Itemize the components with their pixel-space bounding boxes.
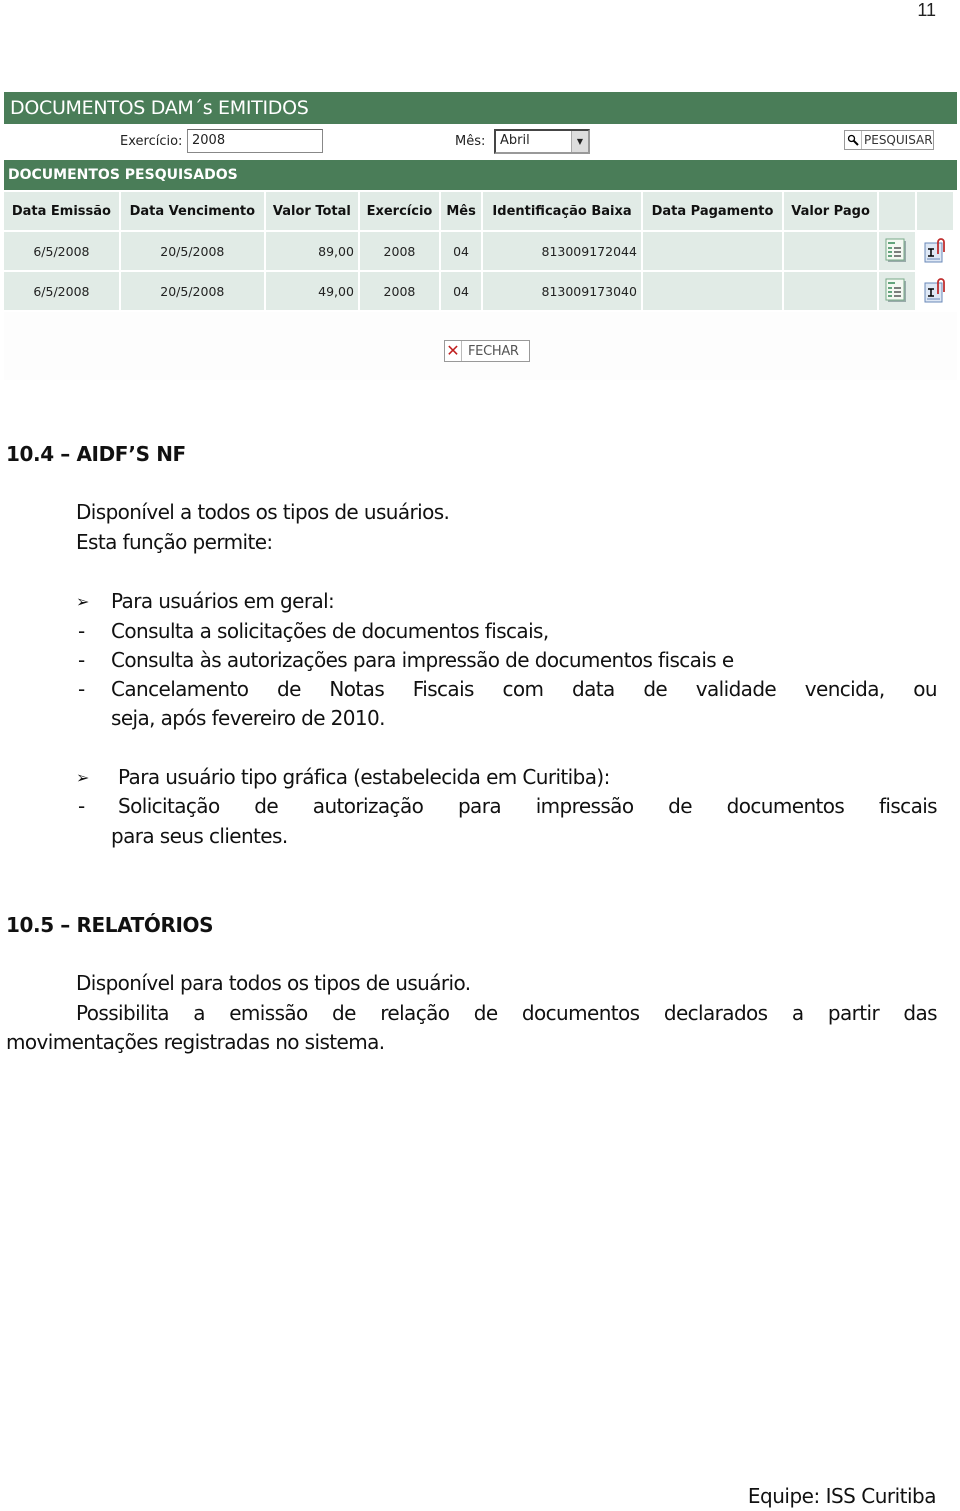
- list-item-continuation: seja, após fevereiro de 2010.: [111, 706, 386, 730]
- search-form: Exercício: 2008 Mês: Abril ▼ PESQUISAR: [4, 124, 957, 160]
- paragraph: Possibilita a emissão de relação de docu…: [76, 1001, 938, 1025]
- list-item: Consulta a solicitações de documentos fi…: [111, 619, 549, 643]
- cell-exercicio: 2008: [359, 232, 439, 270]
- cell-data-emissao: 6/5/2008: [4, 232, 119, 270]
- results-title: DOCUMENTOS PESQUISADOS: [4, 160, 957, 190]
- list-item: Solicitação de autorização para impressã…: [118, 794, 938, 818]
- header-action-2: [917, 192, 953, 230]
- search-icon: [845, 131, 862, 149]
- section-heading-10-4: 10.4 – AIDF’S NF: [6, 442, 186, 466]
- documents-table: Data Emissão Data Vencimento Valor Total…: [2, 190, 955, 312]
- table-row: 6/5/2008 20/5/2008 49,00 2008 04 8130091…: [4, 272, 953, 310]
- header-exercicio: Exercício: [359, 192, 439, 230]
- dash-bullet: -: [78, 648, 86, 672]
- paragraph: Esta função permite:: [76, 530, 273, 554]
- list-item-continuation: para seus clientes.: [111, 824, 288, 848]
- mes-select[interactable]: Abril ▼: [494, 129, 590, 154]
- view-details-icon: [885, 278, 906, 302]
- cell-identificacao-baixa: 813009172044: [483, 232, 641, 270]
- dash-bullet: -: [78, 677, 86, 701]
- dam-documents-window: DOCUMENTOS DAM´s EMITIDOS Exercício: 200…: [2, 92, 957, 386]
- header-valor-pago: Valor Pago: [784, 192, 877, 230]
- window-footer: ✕ FECHAR: [4, 312, 957, 380]
- print-attach-icon: [924, 278, 945, 303]
- exercicio-input[interactable]: 2008: [187, 129, 323, 153]
- paragraph: Disponível para todos os tipos de usuári…: [76, 971, 471, 995]
- print-attach-icon: [924, 238, 945, 263]
- list-group-title: Para usuário tipo gráfica (estabelecida …: [118, 765, 610, 789]
- print-attach-button[interactable]: [917, 232, 953, 270]
- header-data-emissao: Data Emissão: [4, 192, 119, 230]
- header-identificacao-baixa: Identificação Baixa: [483, 192, 641, 230]
- dash-bullet: -: [78, 619, 86, 643]
- search-button-label: PESQUISAR: [864, 133, 933, 147]
- print-attach-button[interactable]: [917, 272, 953, 310]
- header-data-vencimento: Data Vencimento: [120, 192, 264, 230]
- cell-data-pagamento: [642, 272, 783, 310]
- header-data-pagamento: Data Pagamento: [642, 192, 783, 230]
- list-item: Cancelamento de Notas Fiscais com data d…: [111, 677, 938, 701]
- page-footer: Equipe: ISS Curitiba: [747, 1484, 937, 1508]
- paragraph-continuation: movimentações registradas no sistema.: [6, 1030, 385, 1054]
- page-number: 11: [917, 0, 936, 20]
- cell-data-vencimento: 20/5/2008: [120, 232, 264, 270]
- mes-label: Mês:: [455, 134, 486, 149]
- cell-mes: 04: [440, 232, 482, 270]
- header-mes: Mês: [440, 192, 482, 230]
- cell-data-pagamento: [642, 232, 783, 270]
- cell-valor-total: 49,00: [265, 272, 358, 310]
- view-details-icon: [885, 238, 906, 262]
- close-icon: ✕: [445, 341, 462, 361]
- section-heading-10-5: 10.5 – RELATÓRIOS: [6, 913, 214, 937]
- exercicio-label: Exercício:: [120, 134, 183, 149]
- cell-data-vencimento: 20/5/2008: [120, 272, 264, 310]
- view-details-button[interactable]: [879, 232, 915, 270]
- cell-valor-pago: [784, 232, 877, 270]
- cell-identificacao-baixa: 813009173040: [483, 272, 641, 310]
- cell-valor-total: 89,00: [265, 232, 358, 270]
- dash-bullet: -: [78, 794, 86, 818]
- list-group-title: Para usuários em geral:: [111, 589, 335, 613]
- table-row: 6/5/2008 20/5/2008 89,00 2008 04 8130091…: [4, 232, 953, 270]
- arrow-bullet-icon: ➢: [76, 768, 90, 787]
- cell-data-emissao: 6/5/2008: [4, 272, 119, 310]
- cell-mes: 04: [440, 272, 482, 310]
- arrow-bullet-icon: ➢: [76, 592, 90, 611]
- cell-valor-pago: [784, 272, 877, 310]
- chevron-down-icon[interactable]: ▼: [571, 131, 588, 152]
- paragraph: Disponível a todos os tipos de usuários.: [76, 500, 450, 524]
- search-button[interactable]: PESQUISAR: [844, 130, 934, 150]
- close-button[interactable]: ✕ FECHAR: [444, 340, 530, 362]
- header-action-1: [879, 192, 915, 230]
- header-valor-total: Valor Total: [265, 192, 358, 230]
- mes-selected-value: Abril: [500, 133, 530, 148]
- view-details-button[interactable]: [879, 272, 915, 310]
- table-header-row: Data Emissão Data Vencimento Valor Total…: [4, 192, 953, 230]
- close-button-label: FECHAR: [468, 343, 519, 359]
- list-item: Consulta às autorizações para impressão …: [111, 648, 734, 672]
- window-title: DOCUMENTOS DAM´s EMITIDOS: [4, 92, 957, 124]
- cell-exercicio: 2008: [359, 272, 439, 310]
